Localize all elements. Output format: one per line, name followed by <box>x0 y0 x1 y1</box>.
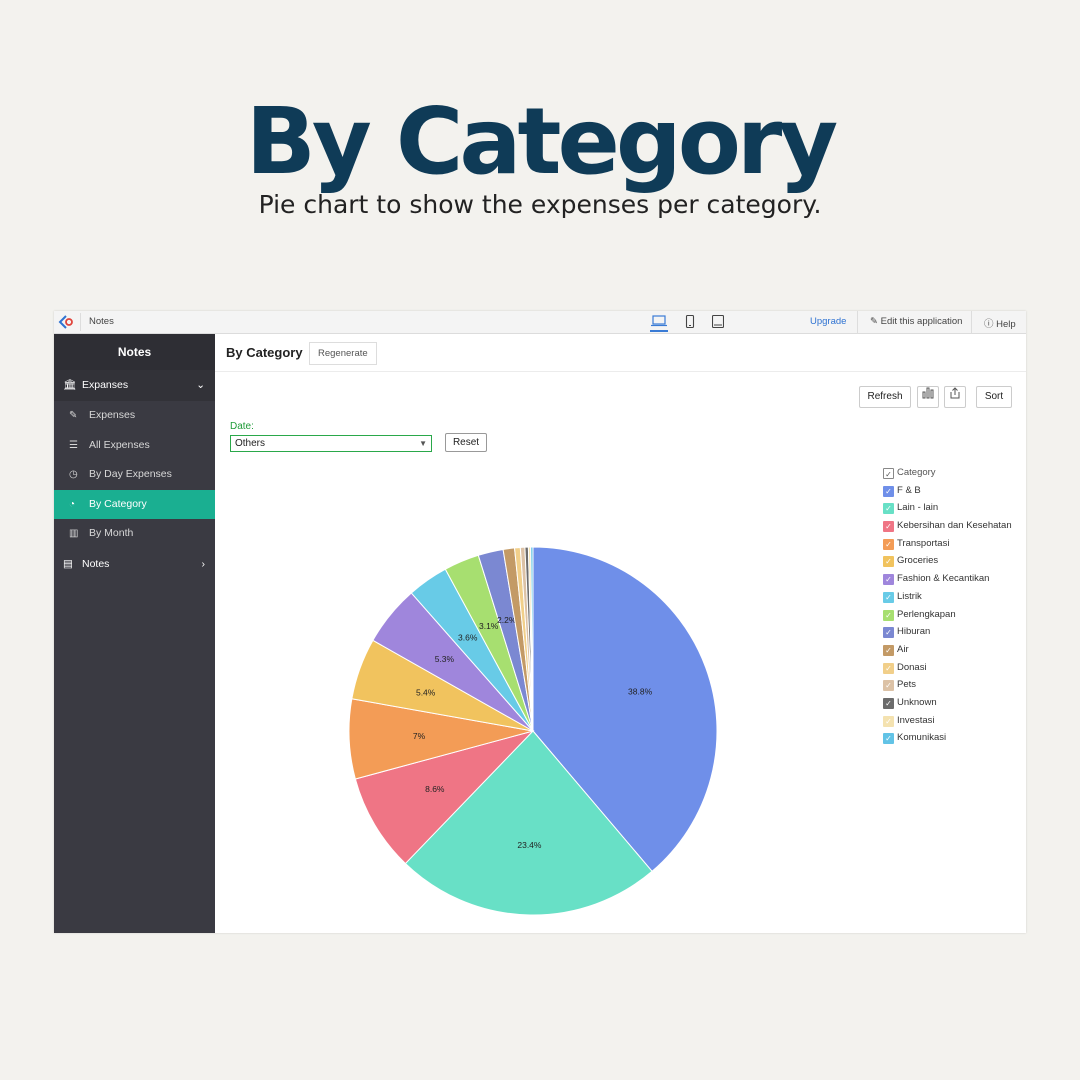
legend-label: Fashion & Kecantikan <box>897 573 990 585</box>
legend-label: Komunikasi <box>897 732 947 744</box>
legend-checkbox-icon: ✓ <box>883 697 894 709</box>
legend-item[interactable]: ✓ Hiburan <box>883 626 1012 644</box>
legend-label: Lain - lain <box>897 502 939 514</box>
legend-item[interactable]: ✓ Fashion & Kecantikan <box>883 573 1012 591</box>
pie-data-label: 3.6% <box>458 632 478 642</box>
legend-checkbox-icon: ✓ <box>883 609 894 621</box>
legend-label: Pets <box>897 679 917 691</box>
legend-checkbox-icon: ✓ <box>883 503 894 515</box>
legend-item[interactable]: ✓ F & B <box>883 485 1012 503</box>
legend-item[interactable]: ✓ Komunikasi <box>883 732 1012 750</box>
legend-checkbox-icon: ✓ <box>883 680 894 692</box>
legend-label: Kebersihan dan Kesehatan <box>897 520 1012 532</box>
legend-checkbox-icon: ✓ <box>883 485 894 497</box>
hero-title: By Category <box>245 88 839 195</box>
legend-item[interactable]: ✓ Donasi <box>883 662 1012 680</box>
pie-data-label: 38.8% <box>628 687 653 697</box>
legend-label: Listrik <box>897 590 922 602</box>
chart-legend: ✓ Category ✓ F & B ✓ Lain - lain ✓ Kebersihan… <box>883 467 1012 750</box>
hero-subtitle: Pie chart to show the expenses per categ… <box>258 190 822 219</box>
legend-item[interactable]: ✓ Air <box>883 644 1012 662</box>
legend-label: Unknown <box>897 696 937 708</box>
legend-checkbox-icon: ✓ <box>883 591 894 603</box>
legend-label: Groceries <box>897 555 939 567</box>
legend-checkbox-icon: ✓ <box>883 644 894 656</box>
pie-data-label: 23.4% <box>517 840 542 850</box>
legend-item[interactable]: ✓ Groceries <box>883 555 1012 573</box>
legend-label: Transportasi <box>897 537 950 549</box>
legend-item[interactable]: ✓ Kebersihan dan Kesehatan <box>883 520 1012 538</box>
pie-data-label: 3.1% <box>479 621 499 631</box>
pie-data-label: 5.4% <box>416 687 436 697</box>
legend-checkbox-icon: ✓ <box>883 538 894 550</box>
legend-item[interactable]: ✓ Transportasi <box>883 538 1012 556</box>
legend-label: Air <box>897 643 909 655</box>
legend-checkbox-icon: ✓ <box>883 715 894 727</box>
legend-label: F & B <box>897 484 921 496</box>
checkbox-icon: ✓ <box>883 468 894 479</box>
legend-item[interactable]: ✓ Investasi <box>883 715 1012 733</box>
legend-item[interactable]: ✓ Pets <box>883 679 1012 697</box>
legend-checkbox-icon: ✓ <box>883 627 894 639</box>
legend-checkbox-icon: ✓ <box>883 556 894 568</box>
legend-item[interactable]: ✓ Unknown <box>883 697 1012 715</box>
legend-checkbox-icon: ✓ <box>883 733 894 745</box>
legend-checkbox-icon: ✓ <box>883 521 894 533</box>
legend-label: Investasi <box>897 714 935 726</box>
pie-chart: 38.8%23.4%8.6%7%5.4%5.3%3.6%3.1%2.2% <box>348 546 718 916</box>
legend-item[interactable]: ✓ Lain - lain <box>883 502 1012 520</box>
legend-checkbox-icon: ✓ <box>883 662 894 674</box>
legend-item[interactable]: ✓ Perlengkapan <box>883 609 1012 627</box>
legend-checkbox-icon: ✓ <box>883 574 894 586</box>
legend-label: Hiburan <box>897 626 931 638</box>
legend-item[interactable]: ✓ Listrik <box>883 591 1012 609</box>
pie-data-label: 7% <box>413 731 426 741</box>
pie-data-label: 5.3% <box>435 654 455 664</box>
app-window: Notes Upgrade ✎ Edit this application ⓘ … <box>54 311 1026 933</box>
pie-data-label: 8.6% <box>425 784 445 794</box>
legend-label: Perlengkapan <box>897 608 956 620</box>
legend-title: Category <box>897 467 936 478</box>
legend-label: Donasi <box>897 661 927 673</box>
legend-header[interactable]: ✓ Category <box>883 467 1012 485</box>
